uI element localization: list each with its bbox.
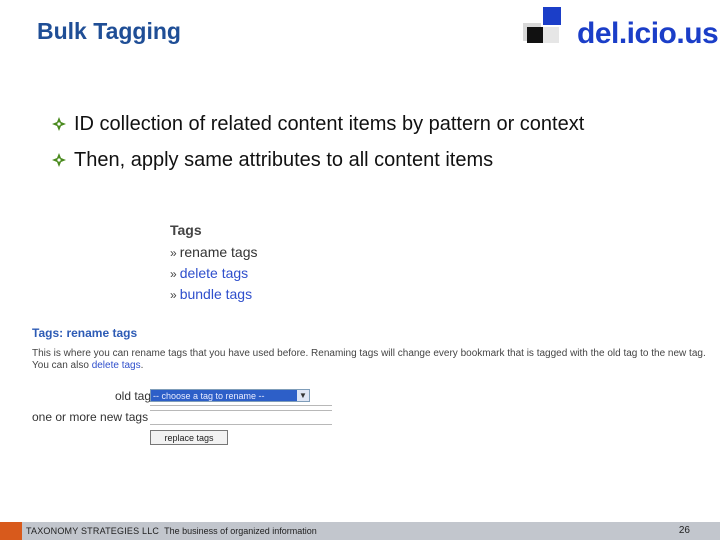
delete-tags-inline-link[interactable]: delete tags	[92, 360, 141, 371]
tags-item-bundle[interactable]: » bundle tags	[170, 284, 258, 305]
bundle-tags-link[interactable]: bundle tags	[180, 286, 252, 302]
new-tags-topline	[150, 410, 332, 411]
new-tags-input[interactable]	[150, 424, 332, 425]
footer-company: TAXONOMY STRATEGIES LLC	[26, 526, 160, 536]
delete-tags-link[interactable]: delete tags	[180, 265, 249, 281]
logo-square-gray	[543, 27, 559, 43]
diamond-bullet-icon	[52, 117, 66, 131]
old-tag-underline	[150, 405, 332, 406]
footer-corner-accent	[0, 522, 22, 540]
slide-footer: TAXONOMY STRATEGIES LLC The business of …	[0, 522, 720, 540]
page-number: 26	[678, 525, 690, 536]
old-tag-select[interactable]: -- choose a tag to rename -- ▼	[150, 389, 310, 402]
chevron-down-icon[interactable]: ▼	[297, 390, 309, 401]
logo-text: del.icio.us	[577, 17, 719, 50]
rename-tags-link[interactable]: rename tags	[180, 244, 258, 260]
rename-description-end: .	[140, 360, 144, 371]
tags-item-rename[interactable]: » rename tags	[170, 242, 258, 263]
delicious-logo: del.icio.us	[523, 5, 720, 51]
bullet-text: Then, apply same attributes to all conte…	[74, 149, 494, 171]
bullet-text: ID collection of related content items b…	[74, 113, 585, 135]
chevron-right-icon: »	[170, 246, 177, 260]
old-tag-select-value: -- choose a tag to rename --	[153, 391, 265, 401]
replace-tags-button[interactable]: replace tags	[150, 430, 228, 445]
tags-item-delete[interactable]: » delete tags	[170, 263, 258, 284]
tags-panel-title: Tags	[170, 222, 202, 238]
rename-description: This is where you can rename tags that y…	[32, 348, 720, 372]
chevron-right-icon: »	[170, 267, 177, 281]
rename-panel-title: Tags: rename tags	[32, 326, 138, 340]
logo-square-black	[527, 27, 543, 43]
tags-panel: Tags » rename tags » delete tags » bundle t…	[170, 222, 258, 305]
logo-square-blue	[543, 7, 561, 25]
diamond-bullet-icon	[52, 153, 66, 167]
slide-title: Bulk Tagging	[37, 18, 181, 44]
chevron-right-icon: »	[170, 288, 177, 302]
new-tags-label: one or more new tags	[32, 410, 149, 424]
old-tag-label: old tag	[115, 389, 152, 403]
footer-text: TAXONOMY STRATEGIES LLC The business of …	[26, 526, 317, 536]
rename-panel: Tags: rename tags This is where you can …	[32, 326, 720, 372]
footer-tagline: The business of organized information	[164, 526, 317, 536]
